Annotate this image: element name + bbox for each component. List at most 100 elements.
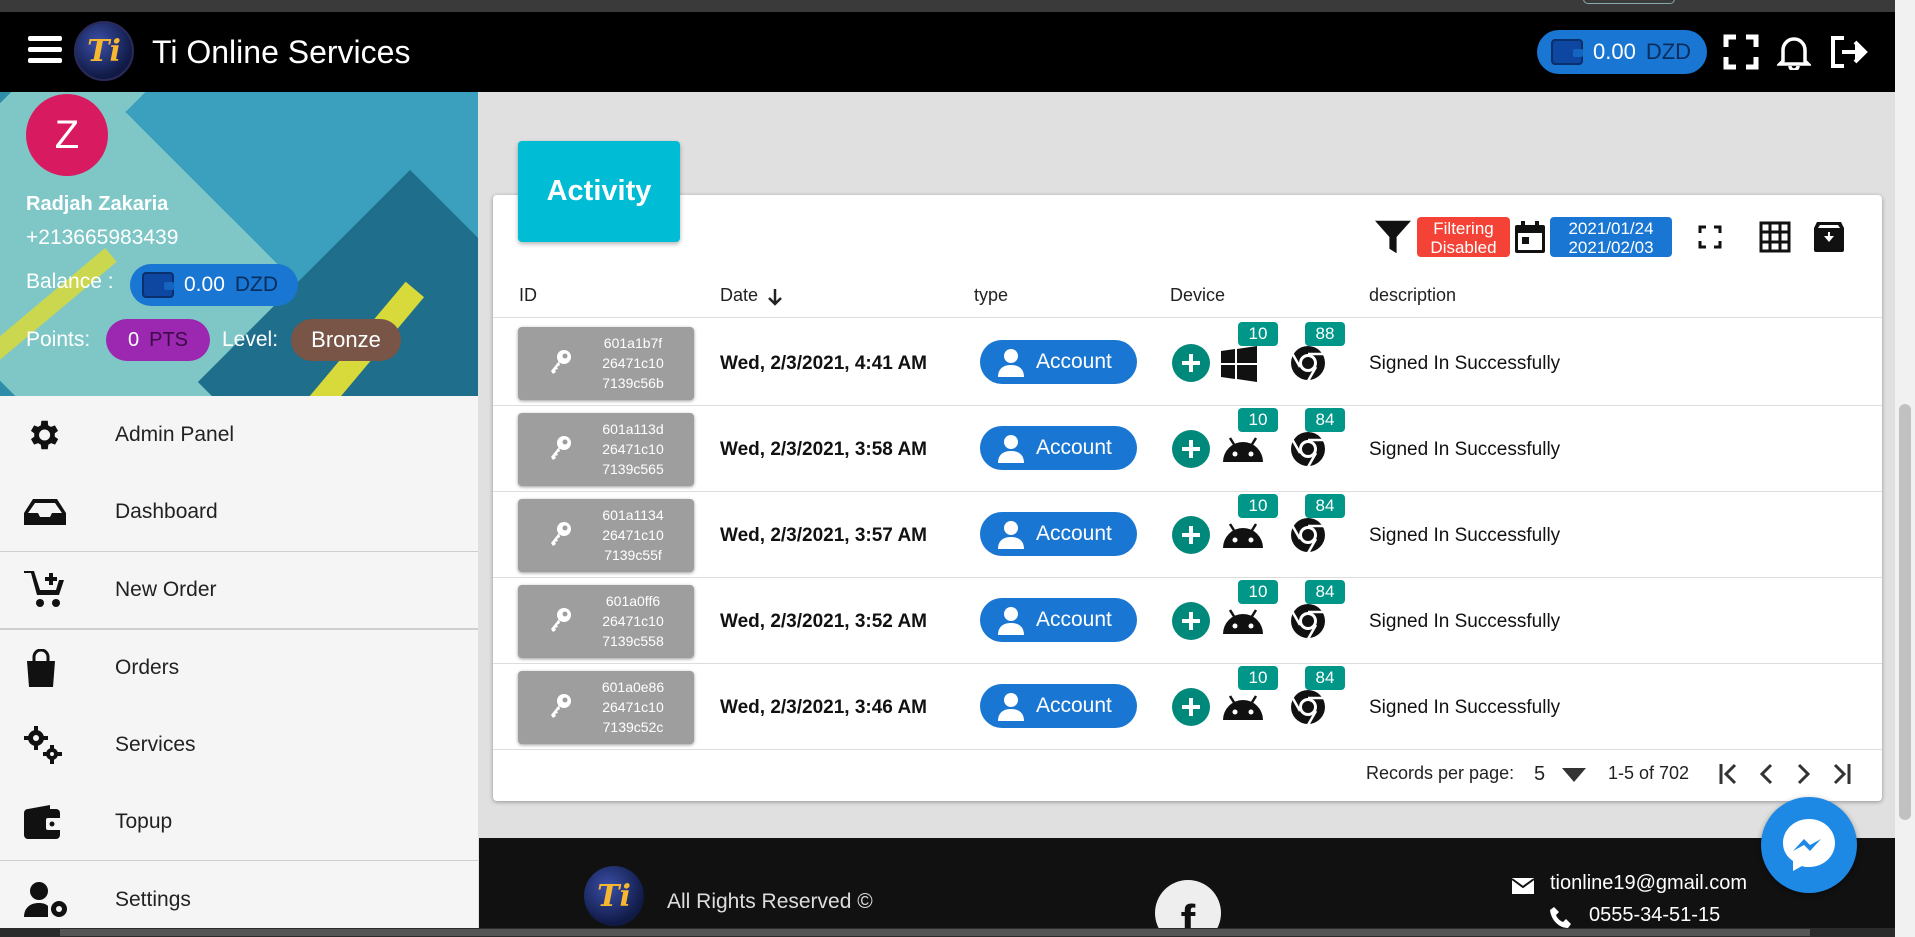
level-label: Level: — [222, 328, 279, 351]
vertical-scrollbar[interactable] — [1895, 0, 1915, 937]
horizontal-scrollbar[interactable] — [0, 928, 1895, 937]
app-title: Ti Online Services — [152, 34, 411, 70]
inbox-icon — [0, 497, 115, 527]
android-icon — [1221, 604, 1265, 640]
type-account-chip[interactable]: Account — [980, 598, 1137, 642]
key-icon — [551, 350, 571, 374]
download-archive-icon[interactable] — [1811, 219, 1847, 255]
columns-grid-icon[interactable] — [1757, 219, 1793, 255]
activity-description: Signed In Successfully — [1369, 525, 1561, 546]
email-icon — [1511, 878, 1535, 894]
notifications-bell-icon[interactable] — [1774, 32, 1814, 72]
expand-details-button[interactable] — [1172, 602, 1210, 640]
profile-name: Radjah Zakaria — [26, 193, 169, 215]
column-header-id[interactable]: ID — [519, 285, 537, 306]
points-unit: PTS — [149, 328, 189, 351]
sidebar-item-label: Orders — [115, 655, 180, 679]
expand-details-button[interactable] — [1172, 344, 1210, 382]
calendar-icon[interactable] — [1512, 219, 1548, 255]
sidebar-item-services[interactable]: Services — [0, 706, 478, 784]
date-range-chip[interactable]: 2021/01/24 2021/02/03 — [1550, 217, 1672, 257]
chrome-icon — [1290, 518, 1325, 554]
type-account-chip[interactable]: Account — [980, 512, 1137, 556]
horizontal-scroll-thumb[interactable] — [60, 929, 1810, 936]
last-page-icon[interactable] — [1828, 760, 1856, 788]
sort-down-arrow-icon[interactable] — [767, 287, 783, 307]
activity-card-title: Activity — [518, 141, 680, 242]
type-account-chip[interactable]: Account — [980, 426, 1137, 470]
sidebar-item-dashboard[interactable]: Dashboard — [0, 474, 478, 552]
type-account-chip[interactable]: Account — [980, 684, 1137, 728]
activity-id-button[interactable]: 601a1134 26471c10 7139c55f — [518, 499, 694, 572]
column-header-device[interactable]: Device — [1170, 285, 1225, 306]
type-label: Account — [1036, 436, 1112, 459]
chrome-icon — [1290, 432, 1325, 468]
user-cog-icon — [0, 881, 115, 919]
sidebar-item-label: New Order — [115, 577, 217, 601]
page-range: 1-5 of 702 — [1608, 763, 1690, 783]
browser-version-badge: 84 — [1305, 666, 1345, 690]
column-header-type[interactable]: type — [974, 285, 1008, 306]
messenger-chat-button[interactable] — [1761, 797, 1857, 893]
logout-icon[interactable] — [1828, 32, 1868, 72]
sidebar-item-admin-panel[interactable]: Admin Panel — [0, 396, 478, 474]
plus-icon — [1182, 354, 1200, 372]
windows-icon — [1221, 346, 1265, 382]
os-version-badge: 10 — [1238, 408, 1278, 432]
sidebar-item-settings[interactable]: Settings — [0, 861, 478, 937]
sidebar-item-orders[interactable]: Orders — [0, 628, 478, 707]
footer-email[interactable]: tionline19@gmail.com — [1550, 872, 1747, 895]
key-icon — [551, 694, 571, 718]
expand-details-button[interactable] — [1172, 516, 1210, 554]
activity-id-button[interactable]: 601a113d 26471c10 7139c565 — [518, 413, 694, 486]
footer-phone[interactable]: 0555-34-51-15 — [1589, 904, 1720, 927]
wallet-icon — [0, 804, 115, 839]
date-from: 2021/01/24 — [1568, 219, 1654, 238]
records-per-page-value[interactable]: 5 — [1534, 763, 1545, 786]
activity-id-button[interactable]: 601a0ff6 26471c10 7139c558 — [518, 585, 694, 658]
vertical-scroll-thumb[interactable] — [1899, 404, 1911, 820]
table-row: 601a0ff6 26471c10 7139c558 Wed, 2/3/2021, … — [493, 578, 1882, 664]
date-to: 2021/02/03 — [1568, 238, 1654, 257]
user-icon — [998, 435, 1024, 463]
next-page-icon[interactable] — [1790, 760, 1818, 788]
first-page-icon[interactable] — [1714, 760, 1742, 788]
hamburger-menu-icon[interactable] — [28, 36, 62, 68]
column-header-date[interactable]: Date — [720, 285, 758, 306]
type-label: Account — [1036, 608, 1112, 631]
column-header-description[interactable]: description — [1369, 285, 1456, 306]
plus-icon — [1182, 612, 1200, 630]
cart-plus-icon — [0, 570, 115, 609]
activity-id-button[interactable]: 601a1b7f 26471c10 7139c56b — [518, 327, 694, 400]
filter-icon[interactable] — [1375, 219, 1411, 255]
sidebar-item-label: Topup — [115, 809, 173, 833]
records-per-page-label: Records per page: — [1366, 763, 1515, 783]
table-row: 601a0e86 26471c10 7139c52c Wed, 2/3/2021, … — [493, 664, 1882, 750]
fullscreen-icon[interactable] — [1721, 32, 1761, 72]
sidebar-item-label: Dashboard — [115, 500, 218, 524]
expand-details-button[interactable] — [1172, 430, 1210, 468]
per-page-dropdown-icon[interactable] — [1562, 768, 1586, 782]
avatar[interactable]: Z — [26, 94, 108, 176]
wallet-balance-button[interactable]: 0.00 DZD — [1537, 30, 1707, 74]
table-header: ID Date type Device description — [493, 278, 1882, 318]
phone-icon — [1550, 907, 1571, 928]
activity-id-button[interactable]: 601a0e86 26471c10 7139c52c — [518, 671, 694, 744]
os-version-badge: 10 — [1238, 580, 1278, 604]
type-account-chip[interactable]: Account — [980, 340, 1137, 384]
expand-details-button[interactable] — [1172, 688, 1210, 726]
activity-date: Wed, 2/3/2021, 3:58 AM — [720, 439, 927, 460]
sidebar-item-topup[interactable]: Topup — [0, 784, 478, 861]
sidebar-item-new-order[interactable]: New Order — [0, 551, 478, 629]
activity-date: Wed, 2/3/2021, 3:57 AM — [720, 525, 927, 546]
user-icon — [998, 349, 1024, 377]
os-version-badge: 10 — [1238, 322, 1278, 346]
footer: Ti All Rights Reserved © f tionline19@gm… — [479, 838, 1895, 937]
fullscreen-table-icon[interactable] — [1692, 219, 1728, 255]
type-label: Account — [1036, 522, 1112, 545]
wallet-currency: DZD — [1645, 39, 1692, 64]
previous-page-icon[interactable] — [1752, 760, 1780, 788]
filtering-status-chip[interactable]: Filtering Disabled — [1417, 217, 1510, 257]
points-label: Points: — [26, 328, 91, 351]
sidebar-item-label: Admin Panel — [115, 422, 235, 446]
